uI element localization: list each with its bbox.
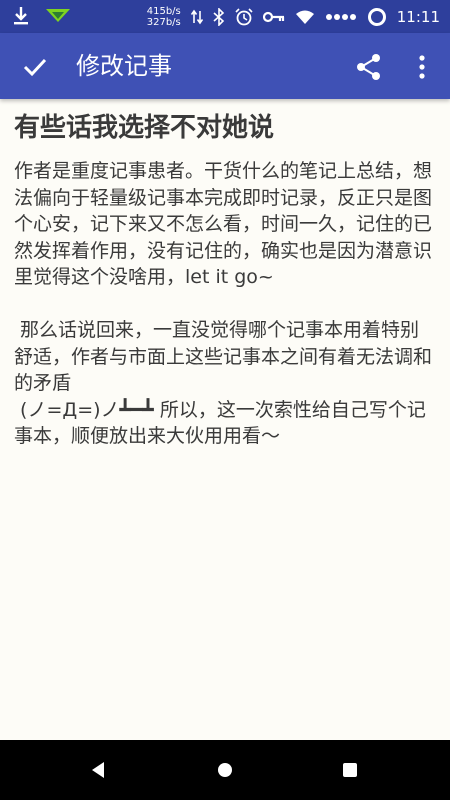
more-vert-icon[interactable]: [412, 52, 432, 82]
status-bar: 415b/s 327b/s 11:11: [0, 0, 450, 33]
note-title-field[interactable]: 有些话我选择不对她说: [14, 108, 434, 148]
network-speed: 415b/s 327b/s: [147, 6, 181, 28]
check-icon[interactable]: [20, 52, 50, 82]
note-editor: 有些话我选择不对她说 作者是重度记事患者。干货什么的笔记上总结，想法偏向于轻量级…: [14, 108, 434, 450]
system-nav-bar: [0, 740, 450, 800]
wifi-icon: [295, 10, 314, 24]
bluetooth-icon: [213, 7, 224, 26]
status-bar-right: 415b/s 327b/s 11:11: [147, 0, 440, 33]
key-icon: [262, 11, 284, 22]
home-icon[interactable]: [213, 758, 237, 782]
signal-dots-icon: [325, 13, 356, 20]
download-icon: [14, 7, 28, 25]
net-down-speed: 327b/s: [146, 16, 181, 28]
note-body-field[interactable]: 作者是重度记事患者。干货什么的笔记上总结，想法偏向于轻量级记事本完成即时记录，反…: [14, 158, 434, 450]
back-icon[interactable]: [87, 758, 111, 782]
app-bar: 修改记事: [0, 33, 450, 99]
status-bar-left: [12, 6, 70, 26]
share-icon[interactable]: [354, 52, 384, 82]
page-title: 修改记事: [76, 52, 172, 80]
net-up-speed: 415b/s: [146, 5, 181, 17]
status-clock: 11:11: [396, 7, 440, 26]
battery-ring-icon: [367, 7, 386, 26]
notification-app-icon: [46, 9, 70, 22]
alarm-icon: [235, 7, 253, 25]
recents-icon[interactable]: [338, 758, 362, 782]
data-arrows-icon: [190, 9, 203, 24]
